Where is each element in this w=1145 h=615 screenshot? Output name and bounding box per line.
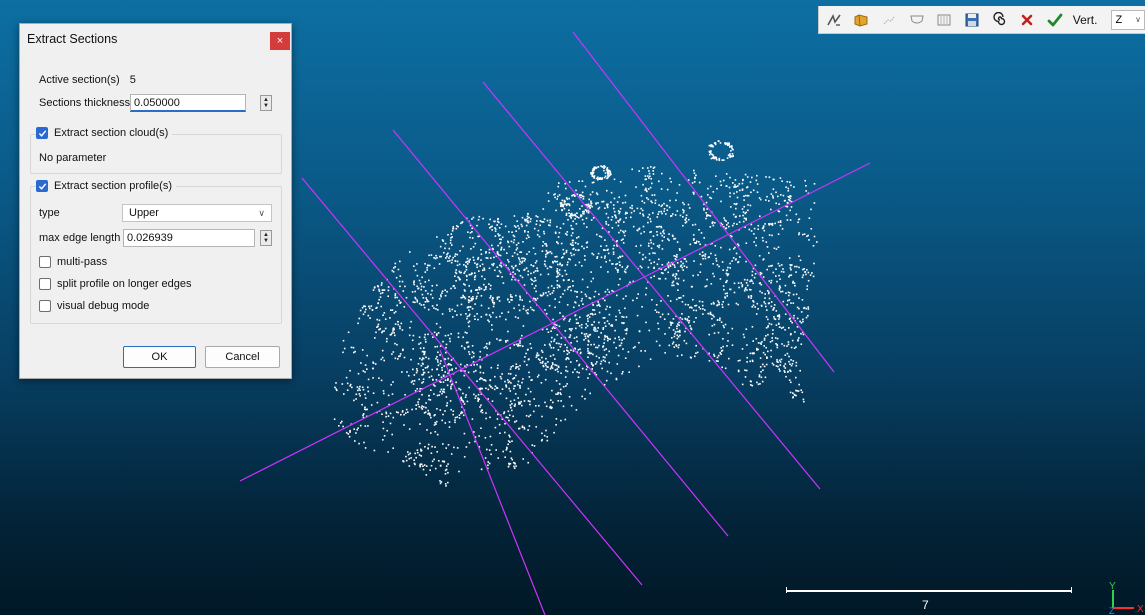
spiral-icon: [992, 11, 1005, 25]
profile-group-toggle[interactable]: Extract section profile(s): [36, 180, 176, 192]
cancel-icon: [1021, 14, 1033, 25]
split-checkbox[interactable]: [39, 278, 51, 290]
no-parameter-text: No parameter: [39, 152, 107, 164]
scale-bar: [786, 587, 1072, 593]
multipass-label: multi-pass: [57, 256, 108, 268]
active-sections-label: Active section(s): [39, 74, 120, 86]
save-icon: [965, 13, 979, 26]
extract-sections-dialog: Extract Sections × Active section(s) 5 S…: [19, 23, 292, 379]
type-label: type: [39, 207, 60, 219]
max-edge-spinner[interactable]: ▲ ▼: [260, 230, 272, 246]
vert-label: Vert.: [1072, 12, 1098, 27]
cloud-checkbox[interactable]: [36, 127, 48, 139]
scale-label: 7: [922, 598, 929, 612]
x-axis-label: X: [1137, 604, 1144, 615]
cancel-dialog-button[interactable]: Cancel: [205, 346, 280, 368]
max-edge-label: max edge length: [39, 232, 121, 244]
cancel-button[interactable]: [1016, 9, 1038, 31]
section-line: [572, 31, 835, 373]
debug-label: visual debug mode: [57, 300, 150, 312]
vertical-axis-value: Z: [1115, 13, 1123, 26]
book-icon: [937, 14, 951, 25]
thickness-label: Sections thickness: [39, 97, 131, 109]
max-edge-input[interactable]: 0.026939: [123, 229, 255, 247]
cloud-group-toggle[interactable]: Extract section cloud(s): [36, 127, 173, 139]
close-icon: ×: [276, 35, 284, 47]
extract-sections-button[interactable]: [934, 9, 956, 31]
section-line: [392, 129, 729, 537]
profile-icon: [883, 16, 895, 24]
import-folder-icon: [854, 13, 868, 27]
check-icon: [38, 129, 46, 137]
thickness-spinner[interactable]: ▲ ▼: [260, 95, 272, 111]
debug-option[interactable]: visual debug mode: [39, 300, 149, 312]
section-line: [482, 81, 821, 490]
import-polyline-button[interactable]: [851, 9, 873, 31]
apply-button[interactable]: [1044, 9, 1066, 31]
generate-profile-button[interactable]: [878, 9, 900, 31]
export-button[interactable]: [961, 9, 983, 31]
section-line: [239, 162, 871, 482]
section-toolbar: Vert. Z ∨: [818, 6, 1145, 34]
debug-checkbox[interactable]: [39, 300, 51, 312]
polyline-icon: [827, 13, 841, 26]
chevron-down-icon: ∨: [1135, 15, 1141, 24]
cloud-group-label: Extract section cloud(s): [54, 127, 169, 139]
reset-button[interactable]: [989, 9, 1011, 31]
unfold-button[interactable]: [906, 9, 928, 31]
profile-group-label: Extract section profile(s): [54, 180, 172, 192]
ok-button[interactable]: OK: [123, 346, 196, 368]
unfold-icon: [910, 15, 924, 23]
check-icon: [38, 182, 46, 190]
split-option[interactable]: split profile on longer edges: [39, 278, 192, 290]
type-select[interactable]: Upper ∨: [122, 204, 272, 222]
close-button[interactable]: ×: [270, 32, 290, 50]
axis-triad: Y X Z: [1109, 581, 1144, 615]
split-label: split profile on longer edges: [57, 278, 192, 290]
type-value: Upper: [129, 207, 159, 219]
multipass-option[interactable]: multi-pass: [39, 256, 107, 268]
thickness-input[interactable]: 0.050000: [130, 94, 246, 112]
y-axis-label: Y: [1109, 581, 1116, 592]
section-line: [301, 177, 643, 586]
active-sections-value: 5: [129, 74, 136, 86]
polyline-button[interactable]: [823, 9, 845, 31]
dialog-title: Extract Sections: [27, 32, 118, 46]
point-cloud: [333, 140, 818, 487]
chevron-down-icon: ∨: [258, 207, 265, 218]
section-lines: [239, 31, 871, 615]
z-axis-label: Z: [1109, 606, 1115, 615]
profile-checkbox[interactable]: [36, 180, 48, 192]
multipass-checkbox[interactable]: [39, 256, 51, 268]
apply-icon: [1047, 13, 1063, 26]
section-line: [439, 349, 546, 615]
vertical-axis-select[interactable]: Z ∨: [1111, 9, 1145, 30]
